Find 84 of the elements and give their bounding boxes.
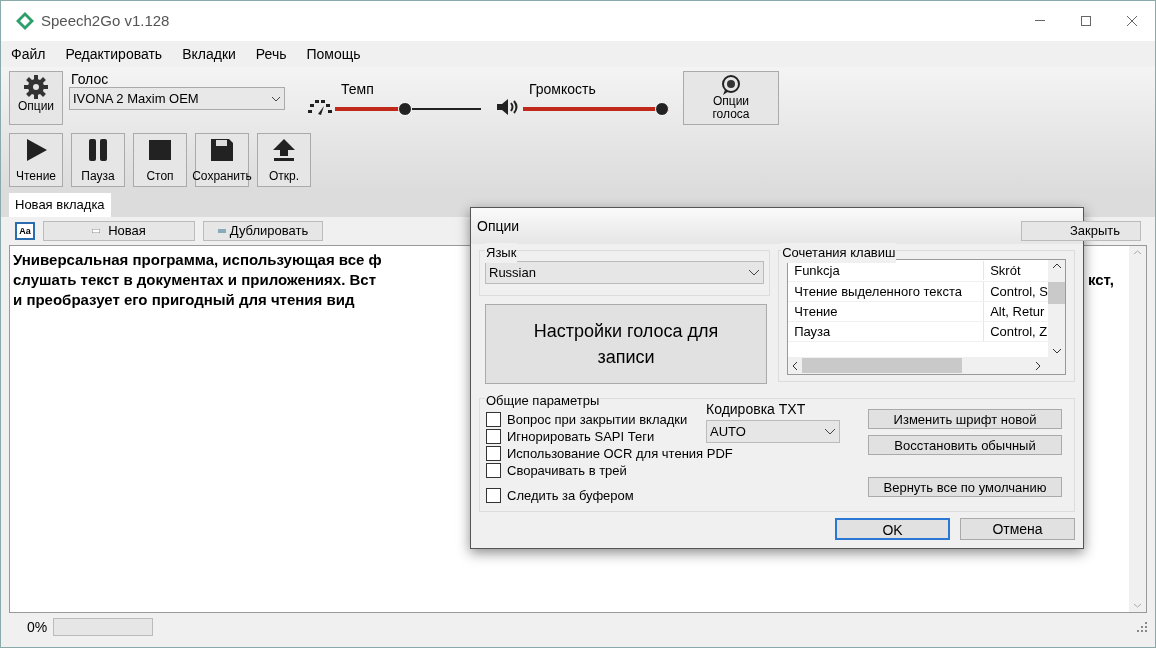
stop-icon [147,137,173,163]
checkbox[interactable] [486,463,501,478]
new-tab-button[interactable]: Новая [43,221,195,241]
checkbox-label: Вопрос при закрытии вкладки [507,411,688,428]
scroll-down-icon [1133,603,1142,608]
window-title: Speech2Go v1.128 [41,10,170,31]
dialog-button[interactable]: Изменить шрифт новой [868,409,1062,429]
pause-button[interactable]: Пауза [71,133,125,187]
progress-text: 0% [27,617,48,637]
volume-slider[interactable] [523,102,669,116]
stop-button[interactable]: Стоп [133,133,187,187]
checkbox-label: Игнорировать SAPI Теги [507,428,655,445]
tempo-slider[interactable] [335,102,481,116]
open-button[interactable]: Откр. [257,133,311,187]
page-icon [92,229,101,233]
duplicate-button[interactable]: Дублировать [203,221,323,241]
table-cell-text: Control, S [989,282,1048,301]
play-button[interactable]: Чтение [9,133,63,187]
table-cell: Чтение [788,301,985,322]
voice-dropdown[interactable]: IVONA 2 Maxim OEM [69,87,285,110]
language-label: Язык [485,243,518,263]
chevron-down-icon [748,269,761,276]
voice-options-button[interactable]: Опции голоса [683,71,779,125]
tempo-label: Темп [341,80,375,99]
voice-settings-button[interactable]: Настройки голоса для записи [485,304,767,384]
checkbox[interactable] [486,446,501,461]
ok-button[interactable]: OK [835,518,950,540]
menu-item[interactable]: Редактировать [65,43,163,65]
encoding-label: Кодировка TXT [706,400,807,419]
chevron-down-icon [824,428,836,435]
scroll-up-icon [1051,263,1062,269]
scroll-thumb[interactable] [1048,281,1065,304]
volume-label: Громкость [529,80,597,99]
checkbox[interactable] [486,412,501,427]
column-header[interactable]: Skrót [984,260,1048,281]
column-header[interactable]: Funkcja [788,260,985,281]
scrollbar[interactable] [1129,246,1146,612]
maximize-icon [1081,16,1091,26]
gear-icon [23,74,49,100]
table-cell-text: Alt, Retur [989,302,1046,321]
resize-grip-icon[interactable] [1137,622,1147,632]
table-cell: Пауза [788,321,985,342]
slider-thumb[interactable] [655,102,669,116]
table-cell-text: Control, Z [989,322,1048,341]
shortcuts-label: Сочетания клавиш [781,243,897,263]
language-dropdown[interactable]: Russian [485,261,765,284]
voice-label: Голос [71,71,110,87]
tab[interactable]: Новая вкладка [9,193,111,217]
dialog-button[interactable]: Восстановить обычный [868,435,1062,455]
checkbox[interactable] [486,429,501,444]
scroll-thumb[interactable] [802,358,963,373]
text-line: Универсальная программа, использующая все ф [13,250,382,270]
checkbox-label: Сворачивать в трей [507,462,627,479]
chevron-down-icon [271,95,281,102]
minimize-icon [1035,20,1045,22]
app-logo-icon [15,11,35,31]
scroll-down-icon [1051,348,1062,354]
menu-item[interactable]: Помощь [306,43,361,65]
slider-thumb[interactable] [398,102,413,116]
checkbox[interactable] [486,488,501,503]
text-line: слушать текст в документах и приложениях. Вст [13,270,376,290]
scroll-up-icon [1133,250,1142,255]
table-cell: Чтение выделенного текста [788,281,985,302]
speedometer-icon [307,98,333,116]
cancel-button[interactable]: Отмена [960,518,1075,540]
text-fragment: кст, [1087,270,1114,290]
font-button[interactable]: Aa [15,222,35,240]
horizontal-scrollbar[interactable] [788,357,1065,374]
dialog-button[interactable]: Вернуть все по умолчанию [868,477,1062,497]
menu-item[interactable]: Речь [255,43,287,65]
upload-arrow-icon [271,137,297,163]
encoding-dropdown[interactable]: AUTO [706,420,840,443]
scroll-right-icon [1035,360,1041,371]
menu-item[interactable]: Файл [11,43,46,65]
checkbox-label: Использование OCR для чтения PDF [507,445,733,462]
menu-item[interactable]: Вкладки [182,43,236,65]
page-icon [217,229,226,233]
scrollbar[interactable] [1048,260,1065,357]
checkbox-label: Следить за буфером [507,487,634,504]
close-tab-button[interactable]: Закрыть [1021,221,1141,241]
scroll-left-icon [792,360,799,371]
text-line: и преобразует его пригодный для чтения вид [13,290,355,310]
options-button[interactable]: Опции [9,71,63,125]
close-icon [1127,16,1137,26]
